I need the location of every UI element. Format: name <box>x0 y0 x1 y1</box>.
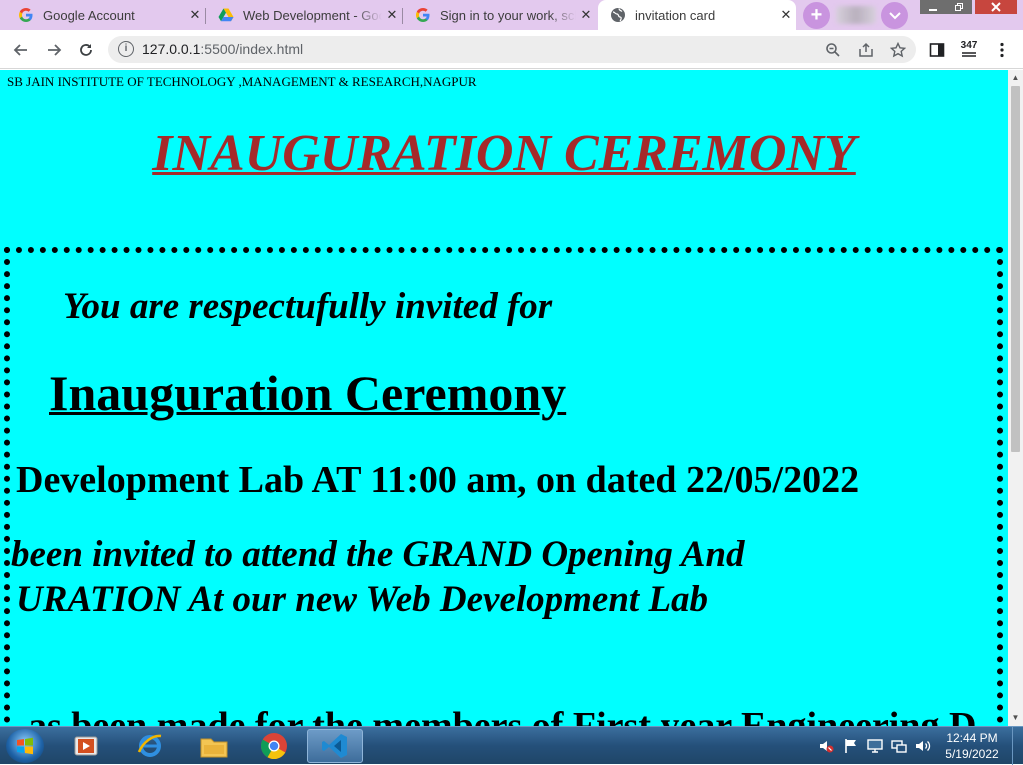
speaker-icon[interactable] <box>915 738 931 754</box>
flag-icon[interactable] <box>843 738 859 754</box>
tab-web-development[interactable]: Web Development - Goo ✕ <box>206 0 402 30</box>
extension-icon[interactable]: 347 <box>958 39 980 61</box>
taskbar-chrome[interactable] <box>246 729 302 763</box>
clock-time: 12:44 PM <box>946 731 998 745</box>
url-path: :5500/index.html <box>200 41 304 57</box>
globe-icon <box>611 8 625 22</box>
scroll-up-icon[interactable]: ▲ <box>1010 72 1021 84</box>
page-viewport: SB JAIN INSTITUTE OF TECHNOLOGY ,MANAGEM… <box>0 70 1008 726</box>
side-panel-icon[interactable] <box>926 39 948 61</box>
scroll-down-icon[interactable]: ▼ <box>1010 712 1021 724</box>
url-text[interactable]: 127.0.0.1:5500/index.html <box>142 41 303 57</box>
close-window-button[interactable] <box>975 0 1017 14</box>
vscode-icon <box>322 734 347 758</box>
show-desktop-button[interactable] <box>1012 727 1023 765</box>
main-heading: INAUGURATION CEREMONY <box>152 125 856 182</box>
tab-label: Sign in to your work, sch <box>440 7 576 23</box>
tab-close-icon[interactable]: ✕ <box>185 7 205 23</box>
event-title: Inauguration Ceremony <box>49 365 567 421</box>
tab-invitation-card[interactable]: invitation card ✕ <box>598 0 796 30</box>
share-icon[interactable] <box>857 41 875 59</box>
institute-name: SB JAIN INSTITUTE OF TECHNOLOGY ,MANAGEM… <box>7 74 477 89</box>
forward-button[interactable] <box>43 39 65 61</box>
taskbar-vscode[interactable] <box>307 729 363 763</box>
minimize-button[interactable] <box>920 0 946 14</box>
tab-sign-in[interactable]: Sign in to your work, sch ✕ <box>403 0 596 30</box>
url-host: 127.0.0.1 <box>142 41 201 57</box>
back-button[interactable] <box>10 39 32 61</box>
address-bar[interactable]: i 127.0.0.1:5500/index.html <box>108 36 916 63</box>
chrome-icon <box>260 733 287 760</box>
scrollbar-thumb[interactable] <box>1011 86 1020 452</box>
media-player-icon <box>74 736 98 756</box>
browser-toolbar: i 127.0.0.1:5500/index.html 347 <box>0 30 1023 69</box>
internet-explorer-icon <box>137 734 162 757</box>
invited-line-2: URATION At our new Web Development Lab <box>16 579 709 620</box>
google-drive-icon <box>218 8 234 22</box>
invite-line: You are respectufully invited for <box>63 286 553 327</box>
start-button[interactable] <box>6 729 44 763</box>
monitor-icon[interactable] <box>867 738 883 754</box>
tab-search-button[interactable] <box>881 2 908 29</box>
file-explorer-icon <box>200 738 228 758</box>
tab-close-icon[interactable]: ✕ <box>382 7 402 23</box>
close-icon <box>991 2 1001 12</box>
google-g-icon <box>416 8 430 22</box>
tab-close-icon[interactable]: ✕ <box>576 7 596 23</box>
new-tab-button[interactable]: + <box>803 2 830 29</box>
arrow-right-icon <box>48 44 62 56</box>
clock-date: 5/19/2022 <box>945 747 999 761</box>
menu-kebab-icon[interactable] <box>991 39 1013 61</box>
invited-line-1: been invited to attend the GRAND Opening… <box>11 534 745 575</box>
chevron-down-icon <box>888 11 901 19</box>
restore-button[interactable] <box>946 0 972 14</box>
tab-label: Web Development - Goo <box>243 7 382 23</box>
partial-line: as been made for the members of First ye… <box>28 705 977 726</box>
volume-muted-icon[interactable] <box>818 738 834 754</box>
tab-google-account[interactable]: Google Account ✕ <box>6 0 205 30</box>
site-info-icon[interactable]: i <box>118 41 134 57</box>
taskbar-media-player[interactable] <box>58 729 114 763</box>
zoom-icon[interactable] <box>824 41 842 59</box>
windows-taskbar: 12:44 PM 5/19/2022 <box>0 726 1023 765</box>
google-g-icon <box>19 8 33 22</box>
tab-strip: Google Account ✕ Web Development - Goo ✕… <box>0 0 1023 30</box>
taskbar-file-explorer[interactable] <box>186 729 242 763</box>
blurred-region <box>836 6 876 24</box>
extension-badge: 347 <box>960 40 978 51</box>
network-icon[interactable] <box>891 738 907 754</box>
date-line: Development Lab AT 11:00 am, on dated 22… <box>16 459 860 501</box>
system-clock[interactable]: 12:44 PM 5/19/2022 <box>940 730 1004 762</box>
restore-icon <box>955 3 963 11</box>
reload-button[interactable] <box>75 39 97 61</box>
tab-label: Google Account <box>43 7 135 23</box>
tab-label: invitation card <box>635 7 716 23</box>
page-scrollbar[interactable]: ▲ ▼ <box>1008 70 1023 726</box>
windows-logo-icon <box>17 737 33 755</box>
taskbar-internet-explorer[interactable] <box>122 729 178 763</box>
minimize-icon <box>929 9 937 11</box>
bookmark-star-icon[interactable] <box>889 41 907 59</box>
tab-close-icon[interactable]: ✕ <box>776 7 796 23</box>
arrow-left-icon <box>13 44 27 56</box>
reload-icon <box>80 44 92 56</box>
